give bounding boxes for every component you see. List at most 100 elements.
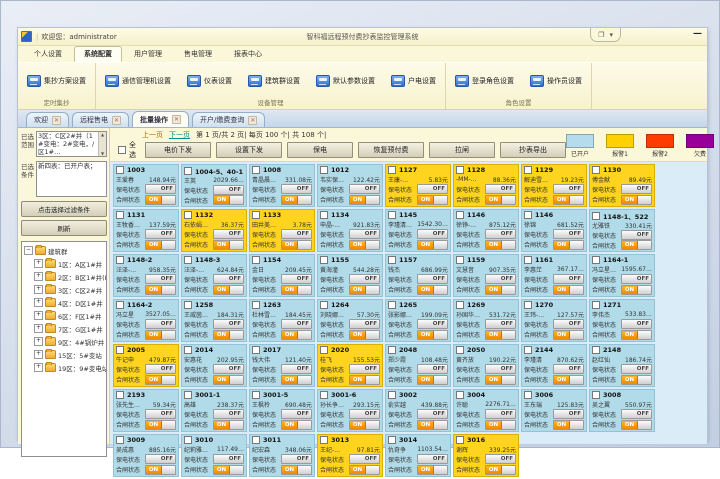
switch-toggle[interactable]: ON xyxy=(145,375,176,385)
tree-item-8[interactable]: +15区：5#变站（3#变电 xyxy=(24,348,106,361)
meter-card[interactable]: 1128-MM-…88.36元保电状态OFF合闸状态ON xyxy=(453,164,519,207)
card-checkbox[interactable] xyxy=(320,346,328,354)
switch-toggle[interactable]: ON xyxy=(213,420,244,430)
meter-card[interactable]: 2050黄齐放190.22元保电状态OFF合闸状态ON xyxy=(453,344,519,387)
meter-card[interactable]: 1265张影娜…199.09元保电状态OFF合闸状态ON xyxy=(385,299,451,342)
card-checkbox[interactable] xyxy=(116,391,124,399)
switch-toggle[interactable]: ON xyxy=(281,285,312,295)
protect-toggle[interactable]: OFF xyxy=(553,409,584,419)
meter-card[interactable]: 1269孙国华…531.72元保电状态OFF合闸状态ON xyxy=(453,299,519,342)
tree-root[interactable]: −建筑群 xyxy=(24,244,106,257)
card-checkbox[interactable] xyxy=(116,301,124,309)
meter-card[interactable]: 1134申晶-…921.83元保电状态OFF合闸状态ON xyxy=(317,209,383,252)
card-checkbox[interactable] xyxy=(524,346,532,354)
card-checkbox[interactable] xyxy=(252,436,260,444)
protect-toggle[interactable]: OFF xyxy=(553,319,584,329)
meter-card[interactable]: 1161李惠茳367.17…保电状态OFF合闸状态ON xyxy=(521,254,587,297)
protect-toggle[interactable]: OFF xyxy=(213,229,244,239)
tab-close-icon[interactable]: ✕ xyxy=(172,115,181,124)
switch-toggle[interactable]: ON xyxy=(145,285,176,295)
switch-toggle[interactable]: ON xyxy=(281,420,312,430)
protect-toggle[interactable]: OFF xyxy=(281,364,312,374)
menu-item-1[interactable]: 个人设置 xyxy=(24,46,72,62)
meter-card[interactable]: 3002俞实越439.88元保电状态OFF合闸状态ON xyxy=(385,389,451,432)
meter-card[interactable]: 2020桂飞155.53元保电状态OFF合闸状态ON xyxy=(317,344,383,387)
card-checkbox[interactable] xyxy=(456,301,464,309)
meter-card[interactable]: 1164-2冯立星3527.05…保电状态OFF合闸状态ON xyxy=(113,299,179,342)
choose-filter-button[interactable]: 点击选择过滤条件 xyxy=(21,201,107,217)
tree-item-6[interactable]: +7区：G区1#井 xyxy=(24,322,106,335)
protect-toggle[interactable]: OFF xyxy=(621,230,652,240)
card-checkbox[interactable] xyxy=(184,211,192,219)
switch-toggle[interactable]: ON xyxy=(417,330,448,340)
meter-card[interactable]: 2017钱大伟121.40元保电状态OFF合闸状态ON xyxy=(249,344,315,387)
switch-toggle[interactable]: ON xyxy=(485,240,516,250)
card-checkbox[interactable] xyxy=(388,256,396,264)
meter-card[interactable]: 1164-1冯立星…1595.67…保电状态OFF合闸状态ON xyxy=(589,254,655,297)
card-checkbox[interactable] xyxy=(592,391,600,399)
protect-toggle[interactable]: OFF xyxy=(281,319,312,329)
card-checkbox[interactable] xyxy=(388,391,396,399)
card-checkbox[interactable] xyxy=(388,211,396,219)
meter-card[interactable]: 3010纪莉雅…117.49…保电状态OFF合闸状态ON xyxy=(181,434,247,477)
switch-toggle[interactable]: ON xyxy=(349,285,380,295)
tree-item-7[interactable]: +9区：4#锅炉井（4#锅 xyxy=(24,335,106,348)
meter-card[interactable]: 1133田井美…3.78元保电状态OFF合闸状态ON xyxy=(249,209,315,252)
protect-toggle[interactable]: OFF xyxy=(553,364,584,374)
ribbon-button[interactable]: 默认参数设置 xyxy=(313,72,378,90)
expand-icon[interactable]: + xyxy=(34,298,43,307)
meter-card[interactable]: 1258王威茵…184.31元保电状态OFF合闸状态ON xyxy=(181,299,247,342)
card-checkbox[interactable] xyxy=(456,211,464,219)
meter-card[interactable]: 3008吴之翼550.97元保电状态OFF合闸状态ON xyxy=(589,389,655,432)
switch-toggle[interactable]: ON xyxy=(621,285,652,295)
card-checkbox[interactable] xyxy=(320,391,328,399)
card-checkbox[interactable] xyxy=(388,346,396,354)
meter-card[interactable]: 1148-1、522尤雅铁330.41元保电状态OFF合闸状态ON xyxy=(589,209,655,252)
expand-icon[interactable]: + xyxy=(34,324,43,333)
switch-toggle[interactable]: ON xyxy=(485,285,516,295)
protect-toggle[interactable]: OFF xyxy=(213,274,244,284)
switch-toggle[interactable]: ON xyxy=(621,330,652,340)
meter-card[interactable]: 1012韦实保…122.42元保电状态OFF合闸状态ON xyxy=(317,164,383,207)
card-checkbox[interactable] xyxy=(456,166,464,174)
card-checkbox[interactable] xyxy=(592,212,600,220)
protect-toggle[interactable]: OFF xyxy=(417,364,448,374)
card-checkbox[interactable] xyxy=(320,166,328,174)
switch-toggle[interactable]: ON xyxy=(417,240,448,250)
switch-toggle[interactable]: ON xyxy=(281,375,312,385)
protect-toggle[interactable]: OFF xyxy=(145,319,176,329)
switch-toggle[interactable]: ON xyxy=(485,375,516,385)
meter-card[interactable]: 1145李瑾清…1542.30…保电状态OFF合闸状态ON xyxy=(385,209,451,252)
ribbon-button[interactable]: 户电设置 xyxy=(388,72,439,90)
protect-toggle[interactable]: OFF xyxy=(145,184,176,194)
action-button-2[interactable]: 设置下发 xyxy=(216,142,282,158)
card-checkbox[interactable] xyxy=(320,436,328,444)
restore-icon[interactable]: ❐ xyxy=(598,31,604,39)
protect-toggle[interactable]: OFF xyxy=(349,409,380,419)
expand-icon[interactable]: + xyxy=(34,272,43,281)
card-checkbox[interactable] xyxy=(116,211,124,219)
meter-card[interactable]: 3009吴成惠885.16元保电状态OFF合闸状态ON xyxy=(113,434,179,477)
card-checkbox[interactable] xyxy=(320,211,328,219)
switch-toggle[interactable]: ON xyxy=(553,375,584,385)
switch-toggle[interactable]: ON xyxy=(485,465,516,475)
protect-toggle[interactable]: OFF xyxy=(553,184,584,194)
switch-toggle[interactable]: ON xyxy=(621,420,652,430)
card-checkbox[interactable] xyxy=(116,166,124,174)
card-checkbox[interactable] xyxy=(524,211,532,219)
protect-toggle[interactable]: OFF xyxy=(145,229,176,239)
protect-toggle[interactable]: OFF xyxy=(213,364,244,374)
protect-toggle[interactable]: OFF xyxy=(621,364,652,374)
card-checkbox[interactable] xyxy=(184,346,192,354)
card-checkbox[interactable] xyxy=(320,301,328,309)
tab-close-icon[interactable]: ✕ xyxy=(52,116,61,125)
switch-toggle[interactable]: ON xyxy=(553,330,584,340)
switch-toggle[interactable]: ON xyxy=(145,465,176,475)
meter-card[interactable]: 1003王爱春148.94元保电状态OFF合闸状态ON xyxy=(113,164,179,207)
expand-icon[interactable]: + xyxy=(34,285,43,294)
switch-toggle[interactable]: ON xyxy=(621,240,652,250)
protect-toggle[interactable]: OFF xyxy=(349,184,380,194)
meter-card[interactable]: 1148-3汪泽-…624.84元保电状态OFF合闸状态ON xyxy=(181,254,247,297)
switch-toggle[interactable]: ON xyxy=(553,195,584,205)
tree-item-3[interactable]: +3区：C区2#井（1#变 xyxy=(24,283,106,296)
